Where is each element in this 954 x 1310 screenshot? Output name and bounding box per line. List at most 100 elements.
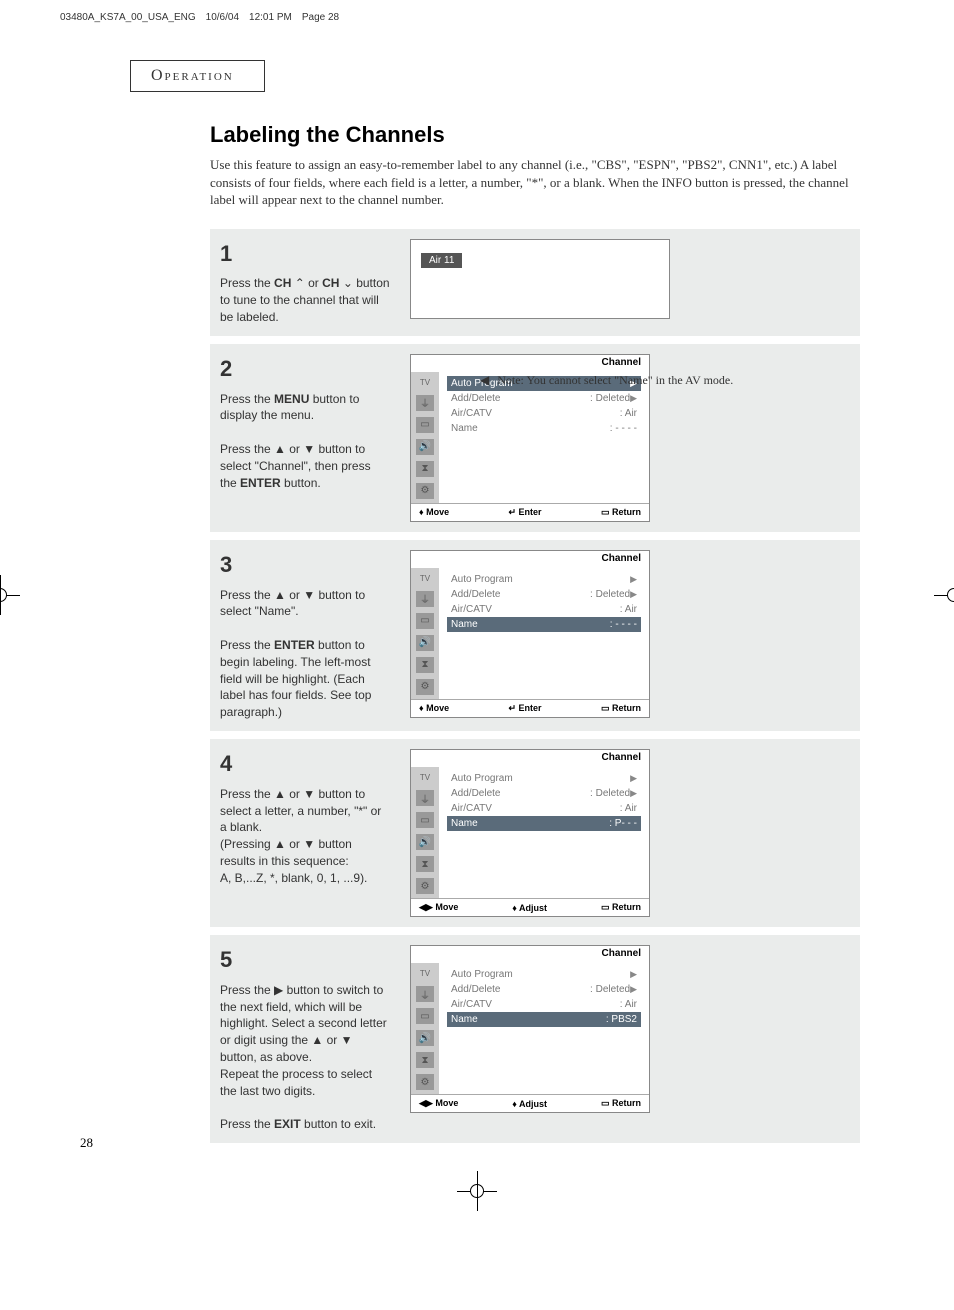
osd-menu-item[interactable]: Air/CATV : Air <box>447 602 641 617</box>
osd-item-label: Add/Delete <box>451 788 590 799</box>
osd-title: Channel <box>411 551 649 568</box>
osd-item-value: : Air <box>620 999 637 1010</box>
section-header-box: Operation <box>130 60 265 92</box>
osd-item-label: Name <box>451 619 610 630</box>
osd-menu-item[interactable]: Add/Delete : Deleted ▶ <box>447 982 641 997</box>
timer-icon: ⧗ <box>416 856 434 872</box>
chevron-right-icon: ▶ <box>630 984 637 995</box>
chevron-right-icon: ▶ <box>630 969 637 980</box>
picture-icon: ▭ <box>416 417 434 433</box>
step-number: 4 <box>220 749 390 780</box>
osd-window: Channel TV ⏚ ▭ 🔊 ⧗ ⚙ Auto Program ▶ Add/… <box>410 749 650 917</box>
chevron-right-icon: ▶ <box>630 574 637 585</box>
osd-menu-item[interactable]: Add/Delete : Deleted ▶ <box>447 587 641 602</box>
antenna-icon: ⏚ <box>416 790 434 806</box>
step-text: Press the ▲ or ▼ button to select a lett… <box>220 786 390 887</box>
osd-item-label: Auto Program <box>451 574 630 585</box>
osd-menu-item[interactable]: Name : - - - - <box>447 421 641 436</box>
setup-icon: ⚙ <box>416 1074 434 1090</box>
step-row: 1 Press the CH ⌃ or CH ⌄ button to tune … <box>210 229 860 336</box>
osd-item-label: Air/CATV <box>451 604 620 615</box>
osd-title: Channel <box>411 750 649 767</box>
osd-item-label: Add/Delete <box>451 589 590 600</box>
osd-footer-move: ◀▶ Move <box>419 1098 458 1109</box>
osd-item-value: : - - - - <box>610 423 637 434</box>
step-row: 4 Press the ▲ or ▼ button to select a le… <box>210 739 860 927</box>
osd-window: Channel TV ⏚ ▭ 🔊 ⧗ ⚙ Auto Program ▶ Add/… <box>410 550 650 718</box>
osd-menu-item[interactable]: Air/CATV : Air <box>447 406 641 421</box>
osd-window: Channel TV ⏚ ▭ 🔊 ⧗ ⚙ Auto Program ▶ Add/… <box>410 945 650 1113</box>
step-screenshot: Channel TV ⏚ ▭ 🔊 ⧗ ⚙ Auto Program ▶ Add/… <box>400 739 860 927</box>
osd-item-value: : Air <box>620 604 637 615</box>
osd-title: Channel <box>411 355 649 372</box>
osd-menu-item[interactable]: Name : - - - - <box>447 617 641 632</box>
osd-footer: ♦ Move ↵ Enter ▭ Return <box>411 699 649 717</box>
step-number: 2 <box>220 354 390 385</box>
osd-item-value: : PBS2 <box>606 1014 637 1025</box>
intro-text: Use this feature to assign an easy-to-re… <box>210 156 860 209</box>
osd-footer-return: ▭ Return <box>601 507 641 518</box>
antenna-icon: ⏚ <box>416 395 434 411</box>
osd-sidebar: TV ⏚ ▭ 🔊 ⧗ ⚙ <box>411 963 439 1094</box>
step-number: 3 <box>220 550 390 581</box>
step-instructions: 2 Press the MENU button to display the m… <box>210 344 400 532</box>
osd-item-value: : P- - - <box>609 818 637 829</box>
setup-icon: ⚙ <box>416 679 434 695</box>
osd-item-label: Name <box>451 818 609 829</box>
osd-menu-item[interactable]: Auto Program ▶ <box>447 967 641 982</box>
osd-footer-action: ♦ Adjust <box>512 902 547 913</box>
step-screenshot: Channel TV ⏚ ▭ 🔊 ⧗ ⚙ Auto Program ▶ Add/… <box>400 540 860 731</box>
osd-menu-item[interactable]: Auto Program ▶ <box>447 771 641 786</box>
osd-footer-return: ▭ Return <box>601 1098 641 1109</box>
timer-icon: ⧗ <box>416 461 434 477</box>
channel-indicator: Air 11 <box>421 253 462 268</box>
chevron-right-icon: ▶ <box>630 773 637 784</box>
osd-item-value: : Deleted <box>590 589 630 600</box>
chevron-right-icon: ▶ <box>630 393 637 404</box>
step-text: Press the CH ⌃ or CH ⌄ button to tune to… <box>220 275 390 325</box>
osd-simple: Air 11 <box>410 239 670 319</box>
osd-tab-tv: TV <box>418 572 432 585</box>
step-instructions: 4 Press the ▲ or ▼ button to select a le… <box>210 739 400 927</box>
setup-icon: ⚙ <box>416 878 434 894</box>
osd-menu-item[interactable]: Add/Delete : Deleted ▶ <box>447 391 641 406</box>
step-row: 3 Press the ▲ or ▼ button to select "Nam… <box>210 540 860 731</box>
step-screenshot: Channel TV ⏚ ▭ 🔊 ⧗ ⚙ Auto Program ▶ Add/… <box>400 935 860 1143</box>
osd-item-label: Air/CATV <box>451 999 620 1010</box>
osd-footer-move: ♦ Move <box>419 507 449 518</box>
osd-item-label: Auto Program <box>451 969 630 980</box>
antenna-icon: ⏚ <box>416 591 434 607</box>
picture-icon: ▭ <box>416 1008 434 1024</box>
osd-menu-item[interactable]: Air/CATV : Air <box>447 997 641 1012</box>
osd-menu-item[interactable]: Name : PBS2 <box>447 1012 641 1027</box>
pagelabel: Page 28 <box>302 12 339 23</box>
osd-tab-tv: TV <box>418 967 432 980</box>
osd-menu-item[interactable]: Air/CATV : Air <box>447 801 641 816</box>
picture-icon: ▭ <box>416 812 434 828</box>
crop-mark-left <box>0 575 20 615</box>
step-instructions: 3 Press the ▲ or ▼ button to select "Nam… <box>210 540 400 731</box>
osd-footer-return: ▭ Return <box>601 703 641 714</box>
crop-mark-right <box>934 575 954 615</box>
osd-footer-move: ◀▶ Move <box>419 902 458 913</box>
osd-footer-return: ▭ Return <box>601 902 641 913</box>
osd-menu-item[interactable]: Auto Program ▶ <box>447 572 641 587</box>
sound-icon: 🔊 <box>416 834 434 850</box>
osd-menu-item[interactable]: Name : P- - - <box>447 816 641 831</box>
filename: 03480A_KS7A_00_USA_ENG <box>60 12 196 23</box>
osd-footer-action: ↵ Enter <box>509 507 542 518</box>
step-text: Press the ▶ button to switch to the next… <box>220 982 390 1133</box>
step-text: Press the MENU button to display the men… <box>220 391 390 492</box>
timer-icon: ⧗ <box>416 1052 434 1068</box>
osd-footer-move: ♦ Move <box>419 703 449 714</box>
osd-tab-tv: TV <box>418 771 432 784</box>
step-instructions: 1 Press the CH ⌃ or CH ⌄ button to tune … <box>210 229 400 336</box>
chevron-right-icon: ▶ <box>630 788 637 799</box>
chevron-down-icon: ⌄ <box>343 276 353 290</box>
osd-footer-action: ↵ Enter <box>509 703 542 714</box>
step-instructions: 5 Press the ▶ button to switch to the ne… <box>210 935 400 1143</box>
step-number: 1 <box>220 239 390 270</box>
page-number: 28 <box>80 1135 93 1151</box>
osd-menu-item[interactable]: Add/Delete : Deleted ▶ <box>447 786 641 801</box>
osd-item-label: Air/CATV <box>451 803 620 814</box>
